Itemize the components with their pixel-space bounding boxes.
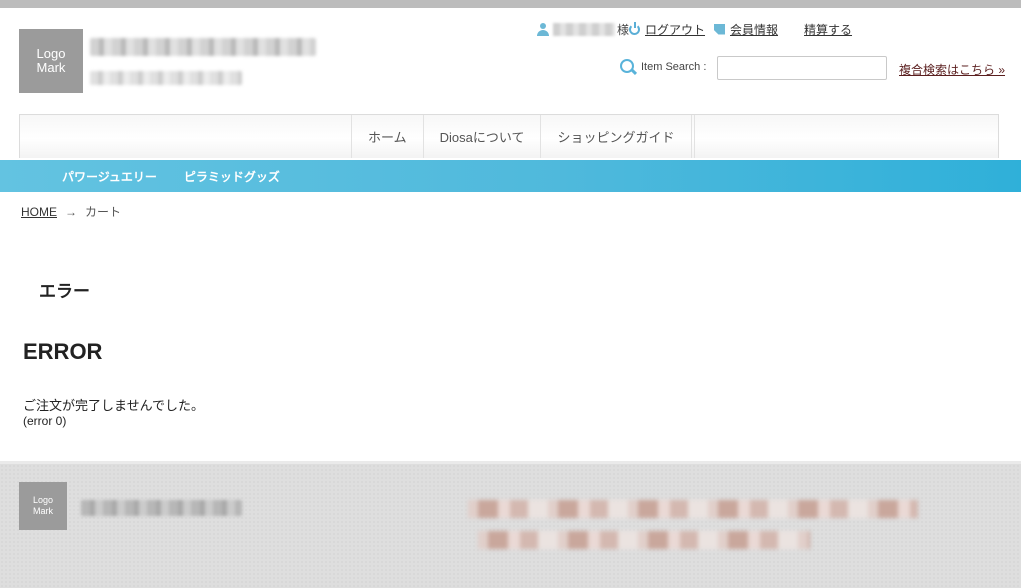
- member-info-link[interactable]: 会員情報: [714, 21, 778, 37]
- category-pyramid-goods[interactable]: ピラミッドグッズ: [184, 168, 280, 185]
- footer-links-redacted: [468, 500, 918, 562]
- page-title: エラー: [39, 282, 90, 301]
- footer-links-row: [478, 531, 810, 549]
- search-input[interactable]: [717, 56, 887, 80]
- tab-shopping-guide[interactable]: ショッピングガイド: [540, 115, 690, 158]
- member-card-icon: [714, 23, 725, 35]
- user-suffix: 様: [617, 22, 630, 37]
- top-strip: [0, 0, 1021, 8]
- error-message: ご注文が完了しませんでした。: [23, 398, 204, 413]
- checkout-link[interactable]: 精算する: [804, 21, 852, 37]
- category-power-jewelry[interactable]: パワージュエリー: [62, 168, 157, 185]
- tab-home[interactable]: ホーム: [351, 115, 423, 158]
- error-title: ERROR: [23, 339, 103, 364]
- logo-text: Logo Mark: [36, 46, 66, 75]
- tab-shopping-guide-label: ショッピングガイド: [557, 130, 675, 145]
- checkout-label: 精算する: [804, 22, 853, 37]
- user-icon: [537, 22, 549, 36]
- breadcrumb-home-link[interactable]: HOME: [21, 205, 57, 219]
- user-name-redacted: [553, 22, 615, 36]
- breadcrumb: HOME → カート: [21, 203, 121, 220]
- nav-tab-spacer: [690, 115, 695, 158]
- search-label: Item Search :: [641, 61, 707, 73]
- tab-about-label: Diosaについて: [439, 130, 525, 145]
- power-icon: [629, 21, 640, 35]
- tab-about[interactable]: Diosaについて: [422, 115, 541, 158]
- main-nav: ホーム Diosaについて ショッピングガイド: [19, 114, 999, 158]
- footer-logo-text: Logo Mark: [32, 495, 54, 516]
- footer-logo[interactable]: Logo Mark: [19, 482, 67, 530]
- site-title-redacted: [90, 38, 316, 56]
- footer-links-row: [468, 500, 918, 518]
- site-subtitle-redacted: [90, 71, 242, 85]
- logout-link[interactable]: ログアウト: [629, 21, 705, 37]
- user-greeting: 様: [537, 21, 629, 37]
- tab-home-label: ホーム: [368, 130, 407, 145]
- footer-site-title-redacted: [81, 500, 242, 516]
- breadcrumb-current: カート: [85, 205, 122, 219]
- error-code: (error 0): [23, 414, 67, 428]
- logout-label: ログアウト: [645, 22, 706, 37]
- breadcrumb-arrow-icon: →: [65, 204, 77, 219]
- search-icon: [620, 59, 636, 75]
- logo-mark[interactable]: Logo Mark: [19, 29, 83, 93]
- category-bar: パワージュエリー ピラミッドグッズ: [0, 160, 1021, 192]
- advanced-search-link[interactable]: 複合検索はこちら »: [899, 61, 1005, 78]
- member-info-label: 会員情報: [730, 22, 779, 37]
